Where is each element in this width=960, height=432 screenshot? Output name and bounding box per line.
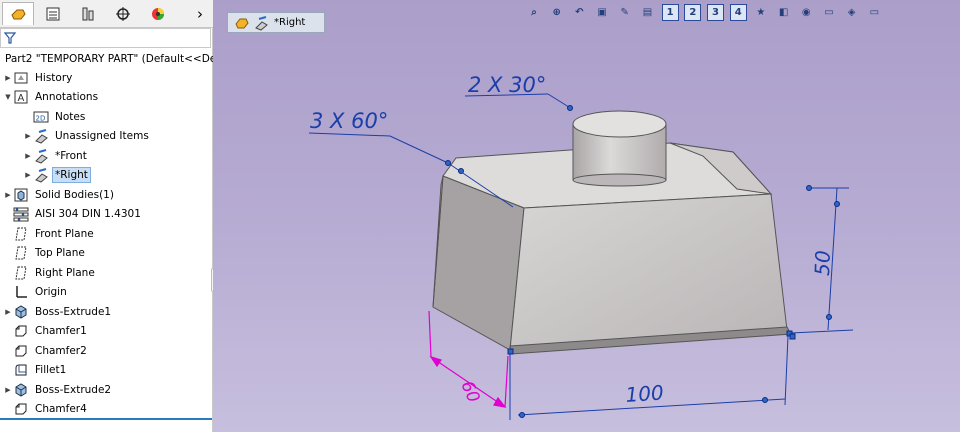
tree-item-label: AISI 304 DIN 1.4301 — [35, 208, 141, 221]
tree-item-chamfer2[interactable]: Chamfer2 — [0, 341, 213, 361]
tree-item-label: Chamfer2 — [35, 344, 87, 357]
extrude-icon — [13, 382, 29, 398]
solid-bodies-icon — [13, 187, 29, 203]
graphics-area[interactable]: *Right ⌕ ⊕ ↶ ▣ ✎ ▤ 1 2 3 4 ★ ◧ ◉ ▭ ◈ ▭ 2… — [213, 0, 960, 432]
expand-arrow-icon[interactable]: ▶ — [23, 171, 33, 179]
front-face — [509, 193, 788, 351]
tree-item-chamfer4[interactable]: Chamfer4 — [0, 400, 213, 420]
tab-dimxpert-manager[interactable] — [107, 2, 139, 25]
filter-bar[interactable] — [0, 28, 211, 48]
plane-icon — [13, 245, 29, 261]
feature-manager-panel: › Part2 "TEMPORARY PART" (Default<<De ▶ H… — [0, 0, 222, 432]
part-title: Part2 "TEMPORARY PART" (Default<<De — [5, 53, 213, 65]
chamfer-icon — [13, 401, 29, 417]
tree-item-label: Origin — [35, 286, 67, 299]
tree-item-right-plane[interactable]: Right Plane — [0, 263, 213, 283]
expand-arrow-icon[interactable]: ▶ — [3, 191, 13, 199]
feature-manager-icon — [11, 9, 26, 20]
feature-tree: ▶ History ▼ A Annotations 2D Notes ▶ Unassigned … — [0, 68, 213, 419]
part-model[interactable] — [432, 110, 792, 355]
tree-item-label: Notes — [55, 110, 86, 123]
material-icon — [13, 206, 29, 222]
dimension-depth-value[interactable]: 60 — [456, 378, 483, 406]
chamfer-icon — [13, 323, 29, 339]
tree-item-label: *Right — [52, 167, 91, 184]
panel-bottom-divider — [0, 418, 212, 420]
plane-icon — [13, 265, 29, 281]
tree-item-label: History — [35, 71, 73, 84]
tree-item-label: Unassigned Items — [55, 130, 149, 143]
tree-item-label: *Front — [55, 149, 87, 162]
model-canvas: 2 X 30° 3 X 60° 50 100 60 — [308, 73, 854, 420]
annotations-icon: A — [13, 89, 29, 105]
tree-item-history[interactable]: ▶ History — [0, 68, 213, 88]
tree-item-label: Chamfer4 — [35, 403, 87, 416]
svg-text:2D: 2D — [36, 114, 46, 122]
tree-item-label: Solid Bodies(1) — [35, 188, 114, 201]
tree-item-label: Boss-Extrude2 — [35, 383, 112, 396]
manager-tabs: › — [0, 0, 213, 28]
tree-item-unassigned-items[interactable]: ▶ Unassigned Items — [0, 127, 213, 147]
svg-text:A: A — [18, 93, 25, 104]
display-manager-icon — [152, 7, 164, 20]
tree-item-label: Fillet1 — [35, 364, 67, 377]
filter-icon — [4, 32, 16, 44]
tree-item-top-plane[interactable]: Top Plane — [0, 244, 213, 264]
collapse-arrow-icon[interactable]: ▼ — [3, 93, 13, 101]
tree-item-notes[interactable]: 2D Notes — [0, 107, 213, 127]
chamfer-note-small[interactable]: 2 X 30° — [468, 73, 546, 97]
expand-arrow-icon[interactable]: ▶ — [3, 308, 13, 316]
history-icon — [13, 70, 29, 86]
part-root[interactable]: Part2 "TEMPORARY PART" (Default<<De — [0, 50, 213, 68]
tree-item-chamfer1[interactable]: Chamfer1 — [0, 322, 213, 342]
view-annotation-icon — [33, 128, 49, 144]
expand-arrow-icon[interactable]: ▶ — [23, 152, 33, 160]
dimxpert-manager-icon — [116, 6, 130, 21]
property-manager-icon — [46, 7, 60, 20]
tree-item-label: Boss-Extrude1 — [35, 305, 112, 318]
boss-cylinder-top — [572, 110, 667, 138]
tree-item-label: Front Plane — [35, 227, 94, 240]
tab-property-manager[interactable] — [37, 2, 69, 25]
configuration-manager-icon — [82, 7, 94, 20]
tree-item-origin[interactable]: Origin — [0, 283, 213, 303]
expand-arrow-icon[interactable]: ▶ — [3, 74, 13, 82]
side-chamfer-face — [432, 175, 525, 351]
tree-item-label: Top Plane — [35, 247, 85, 260]
tree-item-front-plane[interactable]: Front Plane — [0, 224, 213, 244]
expand-arrow-icon[interactable]: ▶ — [3, 386, 13, 394]
tree-item-label: Annotations — [35, 91, 99, 104]
tab-configuration-manager[interactable] — [72, 2, 104, 25]
fillet-icon — [13, 362, 29, 378]
tab-display-manager[interactable] — [142, 2, 174, 25]
tree-item-label: Right Plane — [35, 266, 95, 279]
tree-item-annotations[interactable]: ▼ A Annotations — [0, 88, 213, 108]
chamfer-note-large[interactable]: 3 X 60° — [310, 109, 388, 133]
extrude-icon — [13, 304, 29, 320]
expand-arrow-icon[interactable]: ▶ — [23, 132, 33, 140]
chamfer-icon — [13, 343, 29, 359]
tree-item-boss-extrude1[interactable]: ▶ Boss-Extrude1 — [0, 302, 213, 322]
view-annotation-icon — [33, 148, 49, 164]
dimension-length-value[interactable]: 100 — [625, 380, 665, 407]
tree-item-solid-bodies-1[interactable]: ▶ Solid Bodies(1) — [0, 185, 213, 205]
view-annotation-icon — [33, 167, 49, 183]
tree-item-label: Chamfer1 — [35, 325, 87, 338]
tree-item-front[interactable]: ▶ *Front — [0, 146, 213, 166]
tree-item-right[interactable]: ▶ *Right — [0, 166, 213, 186]
notes-icon: 2D — [33, 109, 49, 125]
boss-cylinder-bottom — [572, 173, 667, 187]
tab-feature-manager[interactable] — [2, 2, 34, 25]
tree-item-aisi-304-din-1-4301[interactable]: AISI 304 DIN 1.4301 — [0, 205, 213, 225]
tree-item-boss-extrude2[interactable]: ▶ Boss-Extrude2 — [0, 380, 213, 400]
origin-icon — [13, 284, 29, 300]
tree-item-fillet1[interactable]: Fillet1 — [0, 361, 213, 381]
plane-icon — [13, 226, 29, 242]
dimension-height-value[interactable]: 50 — [810, 250, 835, 276]
tabs-more-button[interactable]: › — [190, 2, 210, 25]
